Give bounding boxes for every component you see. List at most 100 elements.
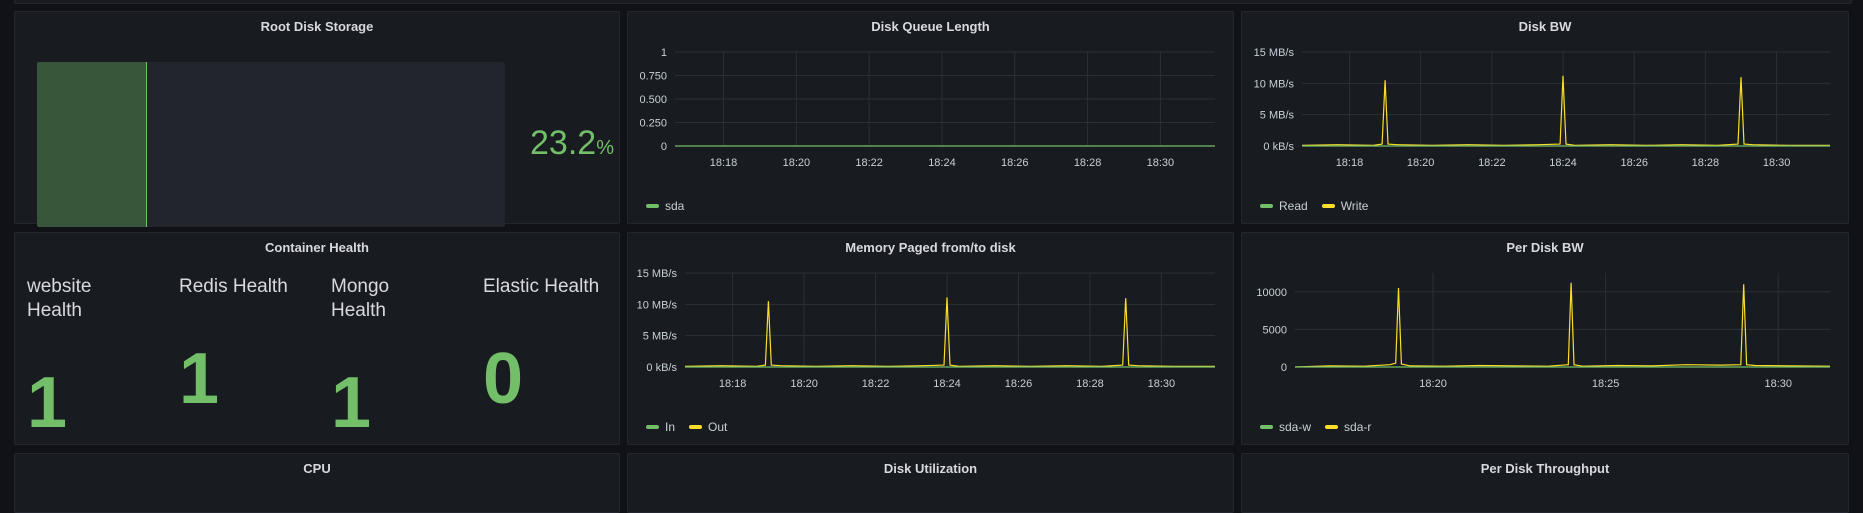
legend-label: sda [665, 199, 685, 213]
per-disk-bw-panel: Per Disk BW 10000 5000 0 18:20 18:25 18:30 sd… [1241, 232, 1849, 445]
stat-label: website Health [27, 276, 92, 321]
legend-swatch [1260, 425, 1273, 429]
disk-usage-bar [37, 62, 505, 227]
panel-title: CPU [303, 461, 331, 476]
x-tick-label: 18:26 [1001, 157, 1029, 169]
x-tick-label: 18:28 [1076, 378, 1104, 390]
memory-paged-panel: Memory Paged from/to disk 15 MB/s 10 MB/s… [627, 232, 1234, 445]
series-line-write [1301, 75, 1830, 147]
disk-usage-value: 23.2% [530, 124, 614, 163]
stat-value: 0 [483, 339, 524, 419]
y-tick-label: 1 [661, 47, 667, 59]
x-tick-label: 18:24 [1549, 157, 1577, 169]
x-tick-label: 18:24 [928, 157, 956, 169]
y-tick-label: 0.750 [639, 71, 667, 83]
series-line-out [684, 297, 1215, 368]
stat-label: Elastic Health [483, 276, 600, 297]
y-tick-label: 10000 [1256, 287, 1287, 299]
legend-label: sda-r [1344, 420, 1372, 434]
y-tick-label: 10 MB/s [1254, 78, 1295, 90]
x-tick-label: 18:25 [1592, 378, 1620, 390]
memory-paged-chart: 15 MB/s 10 MB/s 5 MB/s 0 kB/s 18:18 18:20 18:2… [637, 268, 1215, 390]
legend-item-read[interactable]: Read [1260, 199, 1308, 213]
disk-usage-number: 23.2 [530, 124, 597, 162]
stat-value: 1 [331, 363, 372, 443]
stat-value: 1 [179, 339, 220, 419]
x-tick-label: 18:30 [1764, 378, 1792, 390]
disk-utilization-panel: Disk Utilization [627, 453, 1234, 513]
x-tick-label: 18:22 [855, 157, 883, 169]
y-tick-label: 0 kB/s [1263, 141, 1294, 153]
y-tick-label: 5 MB/s [643, 331, 678, 343]
legend-item-out[interactable]: Out [689, 420, 727, 434]
x-tick-label: 18:20 [790, 378, 818, 390]
stat-website-health: website Health 1 [27, 275, 177, 439]
legend-item-sda-w[interactable]: sda-w [1260, 420, 1311, 434]
legend-label: sda-w [1279, 420, 1312, 434]
x-tick-label: 18:20 [783, 157, 811, 169]
stat-value: 1 [27, 363, 68, 443]
x-tick-label: 18:24 [933, 378, 961, 390]
cpu-panel: CPU [14, 453, 620, 513]
stat-mongo-health: Mongo Health 1 [331, 275, 481, 439]
y-tick-label: 15 MB/s [637, 268, 678, 280]
panel-title: Disk Utilization [883, 461, 978, 476]
x-tick-label: 18:30 [1147, 157, 1175, 169]
legend-item-in[interactable]: In [646, 420, 675, 434]
x-tick-label: 18:20 [1419, 378, 1447, 390]
y-tick-label: 5 MB/s [1260, 110, 1295, 122]
chart-legend: Read Write [1260, 199, 1368, 213]
y-tick-label: 0 [1281, 362, 1287, 374]
chart-legend: sda-w sda-r [1260, 420, 1371, 434]
x-tick-label: 18:30 [1763, 157, 1791, 169]
legend-swatch [1321, 204, 1335, 208]
chart-legend: sda [646, 199, 684, 213]
stat-elastic-health: Elastic Health 0 [483, 275, 623, 435]
y-tick-label: 0.250 [639, 118, 667, 130]
y-tick-label: 15 MB/s [1254, 47, 1295, 59]
x-tick-label: 18:18 [1336, 157, 1364, 169]
legend-swatch [646, 204, 659, 208]
top-panel-edge [14, 0, 1852, 4]
disk-usage-bar-fill [37, 62, 147, 227]
x-tick-label: 18:30 [1148, 378, 1176, 390]
legend-label: In [665, 420, 676, 434]
legend-label: Read [1279, 199, 1308, 213]
legend-swatch [689, 425, 703, 429]
panel-title: Root Disk Storage [260, 19, 374, 34]
stat-label: Redis Health [179, 276, 288, 297]
legend-swatch [1325, 425, 1339, 429]
y-tick-label: 0 [661, 141, 667, 153]
x-tick-label: 18:26 [1620, 157, 1648, 169]
x-tick-label: 18:20 [1407, 157, 1435, 169]
series-line-sda-r [1294, 282, 1831, 368]
panel-title: Container Health [264, 240, 369, 255]
legend-item-sda[interactable]: sda [646, 199, 684, 213]
legend-swatch [646, 425, 659, 429]
disk-bw-chart: 15 MB/s 10 MB/s 5 MB/s 0 kB/s 18:18 18:20 18:2… [1254, 47, 1830, 169]
y-tick-label: 5000 [1263, 324, 1287, 336]
x-tick-label: 18:26 [1005, 378, 1033, 390]
panel-title: Per Disk Throughput [1480, 461, 1610, 476]
y-tick-label: 10 MB/s [637, 299, 678, 311]
legend-label: Write [1340, 199, 1369, 213]
container-health-panel: Container Health website Health 1 Redis … [14, 232, 620, 445]
stat-label: Mongo Health [331, 276, 390, 321]
disk-queue-chart: 1 0.750 0.500 0.250 0 18:18 18:20 18:22 18:24 18:… [639, 47, 1215, 169]
legend-item-sda-r[interactable]: sda-r [1325, 420, 1371, 434]
disk-queue-length-panel: Disk Queue Length 1 0.750 0.500 0.250 0 18:18… [627, 11, 1234, 224]
y-tick-label: 0.500 [639, 94, 667, 106]
chart-legend: In Out [646, 420, 727, 434]
legend-swatch [1260, 204, 1273, 208]
stat-redis-health: Redis Health 1 [179, 275, 329, 435]
x-tick-label: 18:18 [710, 157, 738, 169]
per-disk-throughput-panel: Per Disk Throughput [1241, 453, 1849, 513]
y-tick-label: 0 kB/s [646, 362, 677, 374]
legend-item-write[interactable]: Write [1321, 199, 1369, 213]
disk-usage-unit: % [596, 137, 614, 159]
x-tick-label: 18:22 [862, 378, 890, 390]
x-tick-label: 18:28 [1074, 157, 1102, 169]
per-disk-bw-chart: 10000 5000 0 18:20 18:25 18:30 [1256, 273, 1831, 390]
root-disk-storage-panel: Root Disk Storage 23.2% [14, 11, 620, 227]
x-tick-label: 18:22 [1478, 157, 1506, 169]
